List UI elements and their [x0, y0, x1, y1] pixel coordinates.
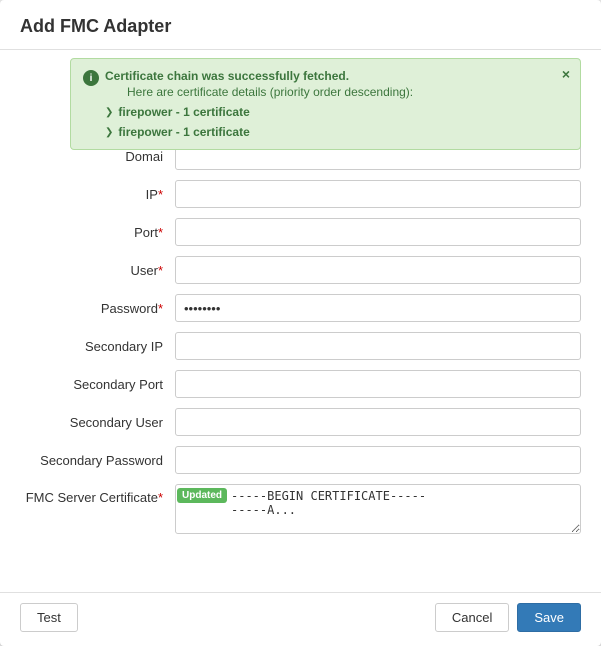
dialog-title: Add FMC Adapter [0, 0, 601, 50]
cert-item-2: ❯ firepower - 1 certificate [105, 125, 550, 139]
secondary-ip-label: Secondary IP [20, 339, 175, 354]
secondary-user-input[interactable] [175, 408, 581, 436]
chevron-right-icon: ❯ [105, 107, 113, 118]
secondary-port-label: Secondary Port [20, 377, 175, 392]
password-label: Password* [20, 301, 175, 316]
notification-subtitle: Here are certificate details (priority o… [127, 85, 413, 99]
secondary-user-row: Secondary User [20, 408, 581, 436]
ip-label: IP* [20, 187, 175, 202]
footer-right-actions: Cancel Save [435, 603, 581, 632]
ip-input[interactable]: firepower [175, 180, 581, 208]
secondary-password-label: Secondary Password [20, 453, 175, 468]
secondary-port-row: Secondary Port 14833 [20, 370, 581, 398]
notification-close-button[interactable]: × [562, 67, 570, 81]
cert-link-2[interactable]: firepower - 1 certificate [118, 125, 249, 139]
secondary-password-row: Secondary Password [20, 446, 581, 474]
notification-header: i Certificate chain was successfully fet… [83, 69, 550, 99]
chevron-right-icon-2: ❯ [105, 127, 113, 138]
port-row: Port* 14733 [20, 218, 581, 246]
port-label: Port* [20, 225, 175, 240]
domain-label: Domai [20, 149, 175, 164]
cert-item-1: ❯ firepower - 1 certificate [105, 105, 550, 119]
password-row: Password* [20, 294, 581, 322]
user-input[interactable]: rest [175, 256, 581, 284]
cert-input-container: Updated -----BEGIN CERTIFICATE----- ----… [175, 484, 581, 537]
save-button[interactable]: Save [517, 603, 581, 632]
test-button[interactable]: Test [20, 603, 78, 632]
secondary-ip-input[interactable]: firepower [175, 332, 581, 360]
dialog-body: i Certificate chain was successfully fet… [0, 50, 601, 592]
add-fmc-adapter-dialog: Add FMC Adapter i Certificate chain was … [0, 0, 601, 646]
secondary-user-label: Secondary User [20, 415, 175, 430]
password-input[interactable] [175, 294, 581, 322]
secondary-password-input[interactable] [175, 446, 581, 474]
notification-title: Certificate chain was successfully fetch… [105, 69, 413, 83]
fmc-cert-textarea[interactable]: -----BEGIN CERTIFICATE----- -----A... [175, 484, 581, 534]
info-icon: i [83, 70, 99, 86]
ip-row: IP* firepower [20, 180, 581, 208]
port-input[interactable]: 14733 [175, 218, 581, 246]
fmc-cert-row: FMC Server Certificate* Updated -----BEG… [20, 484, 581, 537]
secondary-ip-row: Secondary IP firepower [20, 332, 581, 360]
user-label: User* [20, 263, 175, 278]
cert-link-1[interactable]: firepower - 1 certificate [118, 105, 249, 119]
fmc-cert-label: FMC Server Certificate* [20, 484, 175, 505]
cancel-button[interactable]: Cancel [435, 603, 509, 632]
notification-banner: i Certificate chain was successfully fet… [70, 58, 581, 150]
user-row: User* rest [20, 256, 581, 284]
dialog-footer: Test Cancel Save [0, 592, 601, 646]
secondary-port-input[interactable]: 14833 [175, 370, 581, 398]
updated-badge: Updated [177, 488, 227, 503]
